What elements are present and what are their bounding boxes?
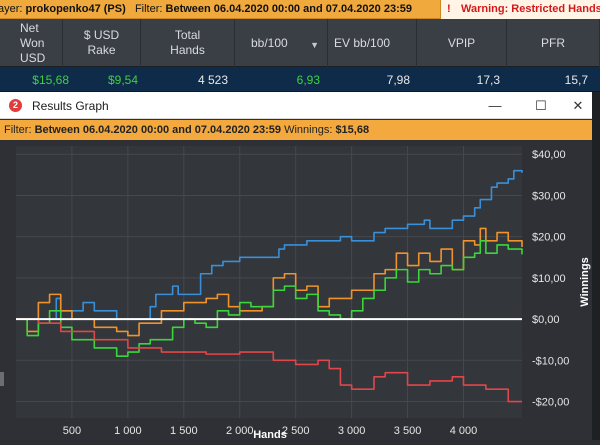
winnings-value: $15,68 — [335, 124, 370, 136]
minimize-button[interactable]: — — [472, 92, 518, 119]
cell-rake: $9,54 — [107, 73, 138, 87]
col-header-label: VPIP — [447, 35, 476, 50]
app-logo-icon: 2 — [9, 99, 22, 112]
y-tick-label: -$10,00 — [532, 355, 569, 367]
x-tick-label: 500 — [63, 425, 81, 437]
col-header-bb100[interactable]: bb/100 ▼ — [235, 19, 328, 67]
col-header-label: PFR — [541, 35, 565, 50]
restricted-hands-warning[interactable]: ! Warning: Restricted Hands — [440, 0, 600, 19]
y-tick-label: $10,00 — [532, 273, 566, 285]
cell-ev-bb100: 7,98 — [386, 73, 410, 87]
player-label: ayer: — [0, 3, 23, 15]
x-tick-label: 1 500 — [170, 425, 198, 437]
x-axis-title: Hands — [253, 429, 287, 440]
x-tick-label: 1 000 — [114, 425, 142, 437]
col-header-net-won[interactable]: Net Won USD — [0, 19, 63, 67]
col-header-pfr[interactable]: PFR — [507, 19, 600, 67]
sort-desc-icon: ▼ — [310, 40, 319, 50]
cell-pfr: 15,7 — [564, 73, 588, 87]
col-header-vpip[interactable]: VPIP — [417, 19, 507, 67]
warning-icon: ! — [447, 3, 451, 15]
y-tick-label: $30,00 — [532, 190, 566, 202]
plot-area — [16, 146, 522, 418]
col-header-label: Total Hands — [170, 28, 205, 57]
table-row[interactable]: $15,68 $9,54 4 523 6,93 7,98 17,3 15,7 — [0, 67, 600, 92]
filter-label: Filter: — [134, 3, 163, 15]
background-scroll-marker — [0, 372, 4, 386]
cell-vpip: 17,3 — [476, 73, 500, 87]
cell-bb100: 6,93 — [296, 73, 320, 87]
y-tick-label: -$20,00 — [532, 397, 569, 409]
y-tick-label: $20,00 — [532, 232, 566, 244]
x-tick-label: 3 000 — [338, 425, 366, 437]
warning-text: Warning: Restricted Hands — [461, 3, 600, 15]
col-header-rake[interactable]: $ USD Rake — [63, 19, 141, 67]
filter-value: Between 06.04.2020 00:00 and 07.04.2020 … — [34, 124, 282, 136]
col-header-total-hands[interactable]: Total Hands — [141, 19, 235, 67]
chart-svg: $40,00 $30,00 $20,00 $10,00 $0,00 -$10,00 -$20… — [16, 146, 591, 441]
window-titlebar[interactable]: 2 Results Graph — ☐ ✕ — [0, 92, 592, 119]
cell-total-hands: 4 523 — [197, 73, 228, 87]
graph-filter-bar[interactable]: Filter: Between 06.04.2020 00:00 and 07.… — [0, 120, 592, 140]
y-tick-label: $0,00 — [532, 314, 560, 326]
results-chart: $40,00 $30,00 $20,00 $10,00 $0,00 -$10,00 -$20… — [0, 140, 592, 441]
stats-table-header: Net Won USD $ USD Rake Total Hands bb/10… — [0, 19, 600, 67]
filter-value: Between 06.04.2020 00:00 and 07.04.2020 … — [165, 3, 412, 15]
col-header-label: Net Won USD — [20, 20, 46, 65]
winnings-label: Winnings: — [284, 124, 333, 136]
x-tick-label: 4 000 — [450, 425, 478, 437]
player-name: prokopenko47 (PS) — [25, 3, 126, 15]
y-axis-title: Winnings — [579, 257, 591, 306]
col-header-label: bb/100 — [251, 35, 288, 50]
x-tick-label: 3 500 — [394, 425, 422, 437]
x-tick-label: 2 000 — [226, 425, 254, 437]
top-info-bar: ayer: prokopenko47 (PS) Filter: Between … — [0, 0, 600, 19]
col-header-label: $ USD Rake — [83, 28, 120, 57]
background-window-edge — [592, 92, 600, 440]
cell-net-won: $15,68 — [32, 73, 69, 87]
window-title: Results Graph — [32, 99, 109, 113]
results-graph-window: 2 Results Graph — ☐ ✕ Filter: Between 06… — [0, 92, 592, 441]
col-header-ev-bb100[interactable]: EV bb/100 — [328, 19, 417, 67]
y-tick-label: $40,00 — [532, 149, 566, 161]
top-filter-text: ayer: prokopenko47 (PS) Filter: Between … — [0, 3, 412, 15]
filter-label: Filter: — [4, 124, 32, 136]
col-header-label: EV bb/100 — [334, 35, 391, 50]
